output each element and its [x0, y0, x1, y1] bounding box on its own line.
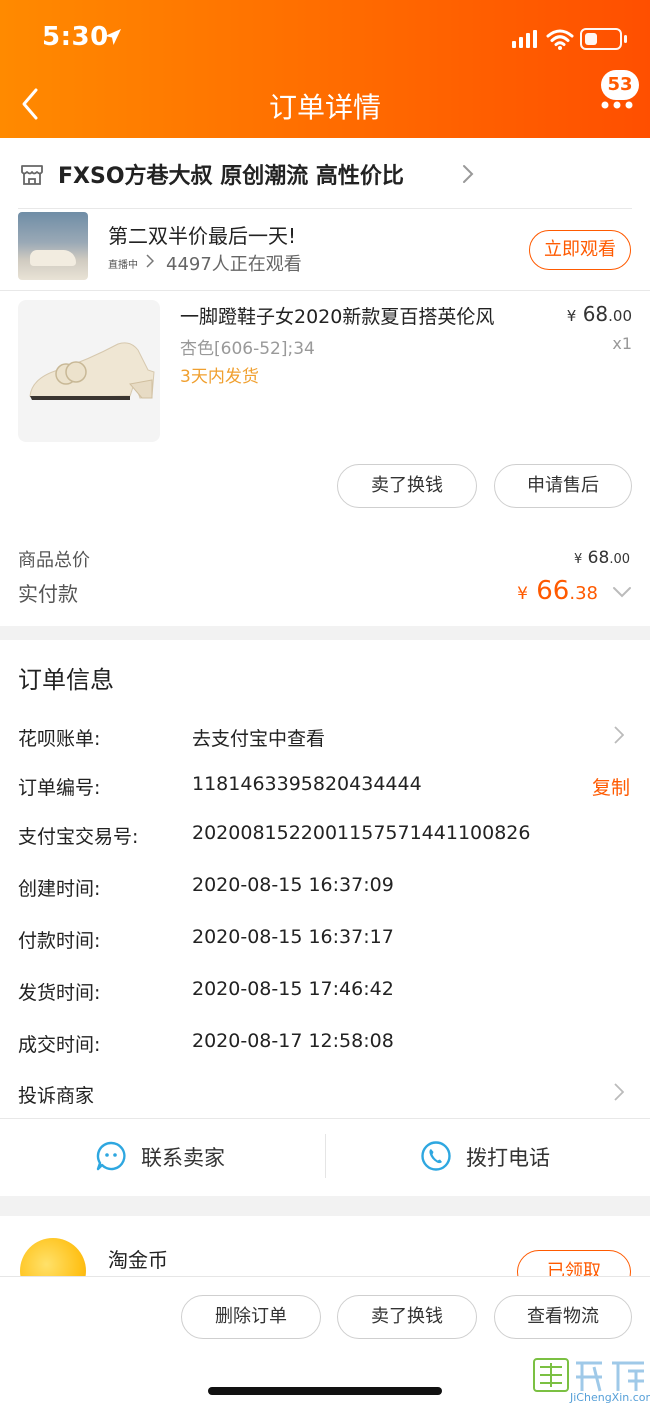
total-price-label: 商品总价 — [18, 550, 90, 571]
chevron-down-icon[interactable] — [612, 586, 632, 598]
call-phone-button[interactable]: 拨打电话 — [420, 1140, 570, 1184]
chevron-right-icon[interactable] — [462, 164, 474, 184]
completed-time: 2020-08-17 12:58:08 — [192, 1030, 394, 1052]
created-time: 2020-08-15 16:37:09 — [192, 874, 394, 896]
store-name[interactable]: FXSO方巷大叔 原创潮流 高性价比 — [58, 158, 404, 190]
home-indicator[interactable] — [208, 1387, 442, 1395]
total-price: ¥ 68.00 — [573, 548, 630, 568]
page-title: 订单详情 — [268, 91, 381, 124]
alipay-trade-number: 2020081522001157571441100826 — [192, 822, 531, 844]
wifi-icon — [546, 29, 574, 50]
order-info-card: 订单信息 花呗账单: 去支付宝中查看 订单编号: 118146339582043… — [0, 640, 650, 1196]
live-status-tag: 直播中 — [108, 260, 138, 271]
alipay-trade-label: 支付宝交易号: — [18, 826, 139, 848]
chat-icon — [96, 1141, 126, 1171]
complain-merchant-link[interactable]: 投诉商家 — [18, 1081, 94, 1108]
status-time: 5:30 — [42, 22, 109, 52]
product-name[interactable]: 一脚蹬鞋子女2020新款夏百搭英伦风 — [180, 302, 494, 329]
shipped-time: 2020-08-15 17:46:42 — [192, 978, 394, 1000]
chevron-right-icon[interactable] — [614, 1083, 624, 1101]
watch-live-button[interactable]: 立即观看 — [529, 230, 631, 270]
shipping-note: 3天内发货 — [180, 367, 259, 387]
live-stream-title[interactable]: 第二双半价最后一天! — [108, 220, 296, 249]
completed-time-label: 成交时间: — [18, 1034, 101, 1056]
phone-icon — [421, 1141, 451, 1171]
paid-time-label: 付款时间: — [18, 930, 101, 952]
battery-icon — [580, 28, 627, 50]
sell-button-bottom[interactable]: 卖了换钱 — [337, 1295, 477, 1339]
product-quantity: x1 — [612, 334, 632, 353]
call-phone-label: 拨打电话 — [466, 1146, 550, 1170]
taojinbi-title: 淘金币 — [108, 1248, 168, 1272]
order-number: 1181463395820434444 — [192, 773, 422, 795]
product-price: ¥ 68.00 — [566, 302, 632, 326]
shoe-image — [29, 342, 155, 400]
sell-button[interactable]: 卖了换钱 — [337, 464, 477, 508]
divider — [0, 1118, 650, 1119]
live-viewer-count: 4497人正在观看 — [166, 254, 302, 275]
watermark-text: JiChengXin.com — [570, 1391, 650, 1404]
paid-amount-label: 实付款 — [18, 582, 78, 606]
paid-amount[interactable]: ¥ 66.38 — [517, 576, 598, 606]
order-number-label: 订单编号: — [18, 777, 101, 799]
huabei-label: 花呗账单: — [18, 728, 101, 750]
copy-button[interactable]: 复制 — [592, 773, 630, 800]
divider — [18, 208, 632, 209]
after-sale-button[interactable]: 申请售后 — [494, 464, 632, 508]
contact-seller-button[interactable]: 联系卖家 — [95, 1140, 245, 1184]
live-stream-thumbnail[interactable] — [18, 212, 88, 280]
cellular-signal-icon — [512, 30, 537, 48]
divider — [0, 290, 650, 291]
store-icon — [21, 165, 43, 185]
paid-time: 2020-08-15 16:37:17 — [192, 926, 394, 948]
divider — [325, 1134, 326, 1178]
product-sku: 杏色[606-52];34 — [180, 339, 315, 359]
location-arrow-icon — [105, 29, 121, 45]
shipped-time-label: 发货时间: — [18, 982, 101, 1004]
bottom-action-bar: 删除订单 卖了换钱 查看物流 JiChengXin.com — [0, 1276, 650, 1406]
section-title: 订单信息 — [18, 666, 114, 694]
huabei-link[interactable]: 去支付宝中查看 — [192, 724, 325, 751]
created-time-label: 创建时间: — [18, 878, 101, 900]
more-icon[interactable] — [600, 96, 634, 110]
header: 5:30 订单详情 53 — [0, 0, 650, 138]
chevron-right-icon — [146, 254, 154, 268]
view-logistics-button[interactable]: 查看物流 — [494, 1295, 632, 1339]
chevron-right-icon[interactable] — [614, 726, 624, 744]
product-image[interactable] — [18, 300, 160, 442]
order-card: FXSO方巷大叔 原创潮流 高性价比 第二双半价最后一天! 直播中 4497人正… — [0, 138, 650, 626]
contact-seller-label: 联系卖家 — [141, 1146, 225, 1170]
delete-order-button[interactable]: 删除订单 — [181, 1295, 321, 1339]
